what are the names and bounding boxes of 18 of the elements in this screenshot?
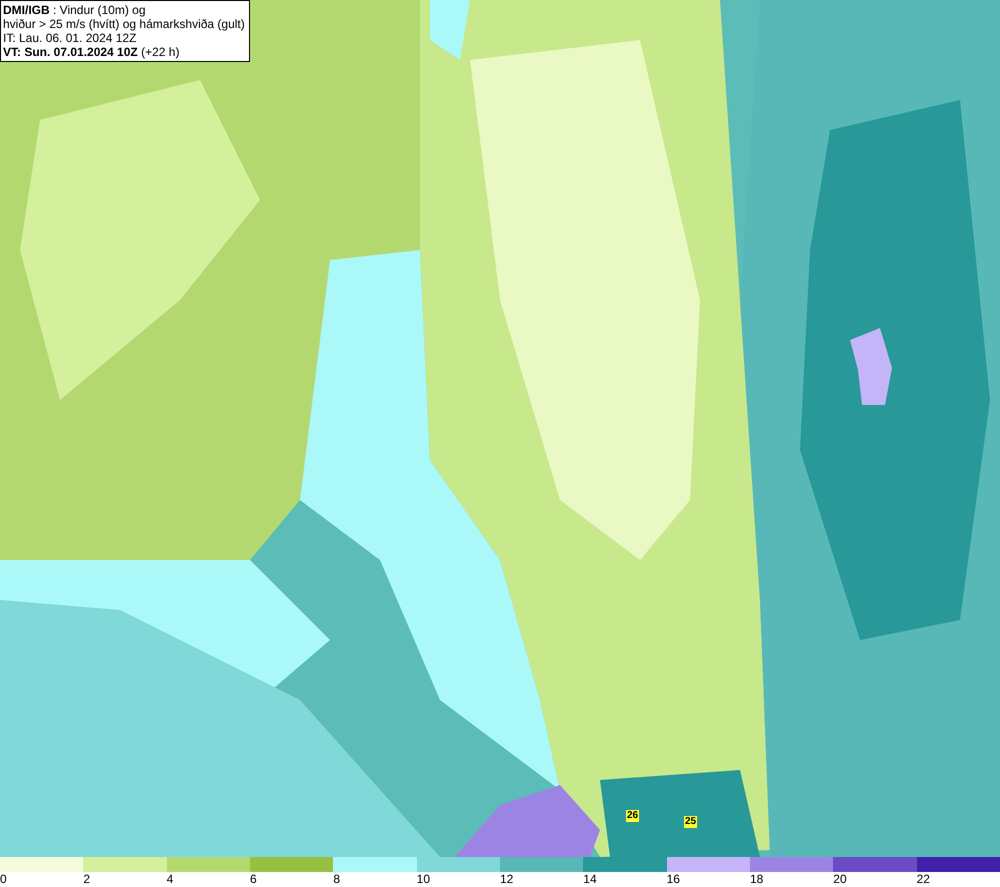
legend-tick: 12 — [500, 872, 514, 887]
gust-label: 25 — [684, 816, 698, 828]
gust-label: 26 — [626, 810, 640, 822]
info-text: IT: Lau. 06. 01. 2024 12Z — [3, 31, 138, 45]
legend-tick: 2 — [83, 872, 90, 887]
legend-tick: 8 — [333, 872, 340, 887]
legend-tick: 14 — [583, 872, 597, 887]
legend-tick: 10 — [416, 872, 430, 887]
legend-tick: 4 — [166, 872, 174, 887]
legend-tick: 20 — [833, 872, 847, 887]
info-text: hviður > 25 m/s (hvítt) og hámarkshviða (gult) — [3, 17, 245, 31]
legend-tick: 0 — [0, 872, 7, 887]
info-text: DMI/IGB : Vindur (10m) og — [3, 3, 146, 17]
legend-tick: 22 — [916, 872, 930, 887]
info-text: VT: Sun. 07.01.2024 10Z (+22 h) — [3, 45, 180, 59]
legend-tick: 6 — [250, 872, 257, 887]
legend-tick: 18 — [750, 872, 764, 887]
legend-tick: 16 — [666, 872, 680, 887]
